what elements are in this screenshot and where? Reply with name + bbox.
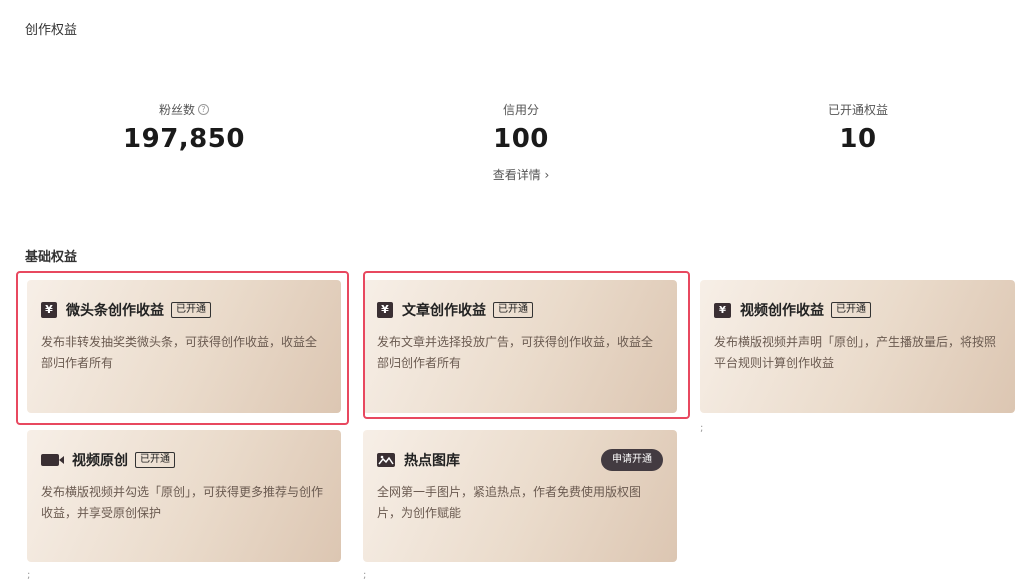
highlight-box [16,271,349,425]
separator-mark: ; [27,570,31,581]
fans-count: 197,850 [123,124,245,154]
status-badge: 已开通 [831,302,871,318]
help-circle-icon[interactable]: ? [198,103,209,115]
credit-stat: 信用分 100 查看详情 › [421,100,621,183]
fans-label: 粉丝数 [158,102,195,117]
separator-mark: ; [363,570,367,581]
card-description: 发布横版视频并勾选「原创」，可获得更多推荐与创作收益，并享受原创保护 [41,485,324,520]
card-hot-gallery[interactable]: 热点图库 申请开通 全网第一手图片，紧追热点，作者免费使用版权图片，为创作赋能 [363,430,677,562]
page-title: 创作权益 [25,23,78,38]
credit-label: 信用分 [502,102,539,117]
highlight-box [363,271,690,419]
video-camera-icon [41,454,64,466]
credit-score: 100 [493,124,549,154]
card-name: 视频创作收益 [740,303,824,319]
fans-stat: 粉丝数 ? 197,850 [84,100,284,155]
card-video-income[interactable]: ¥ 视频创作收益 已开通 发布横版视频并声明「原创」，产生播放量后，将按照平台规… [700,280,1015,413]
fans-label-row: 粉丝数 ? [84,100,284,118]
status-badge: 已开通 [135,452,175,468]
rights-stat: 已开通权益 10 [758,100,958,155]
card-video-original[interactable]: 视频原创 已开通 发布横版视频并勾选「原创」，可获得更多推荐与创作收益，并享受原… [27,430,341,562]
rights-label: 已开通权益 [827,102,888,117]
card-description: 全网第一手图片，紧追热点，作者免费使用版权图片，为创作赋能 [377,485,642,520]
view-details-link[interactable]: 查看详情 › [421,166,621,183]
image-icon [377,453,395,467]
card-description: 发布横版视频并声明「原创」，产生播放量后，将按照平台规则计算创作收益 [714,335,997,370]
apply-button[interactable]: 申请开通 [601,449,663,471]
separator-mark: ; [700,423,704,434]
card-name: 视频原创 [72,453,128,469]
tv-yuan-icon: ¥ [714,302,731,318]
card-name: 热点图库 [404,453,460,469]
rights-count: 10 [839,124,877,154]
section-title-basic: 基础权益 [25,250,78,265]
